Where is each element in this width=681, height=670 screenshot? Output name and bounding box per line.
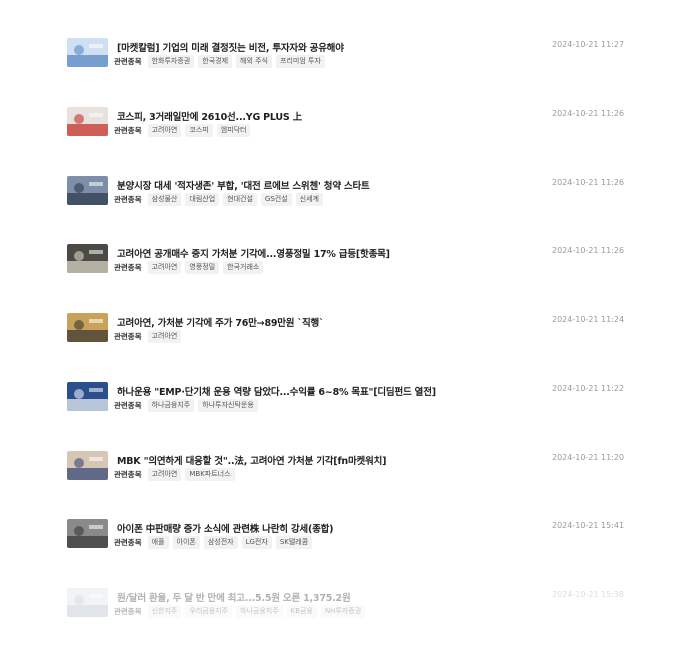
news-item[interactable]: 고려아연 공개매수 중지 가처분 기각에...영풍정밀 17% 급등[핫종목] 2… xyxy=(0,244,681,288)
related-stocks-label: 관련종목 xyxy=(114,470,142,479)
stock-tag[interactable]: 해외 주식 xyxy=(236,55,273,68)
stock-tag[interactable]: 신한지주 xyxy=(147,605,182,618)
news-timestamp: 2024-10-21 11:26 xyxy=(552,246,625,255)
related-stocks-label: 관련종목 xyxy=(114,195,142,204)
stock-tag[interactable]: KB금융 xyxy=(286,605,317,618)
news-thumbnail[interactable] xyxy=(67,382,108,411)
news-timestamp: 2024-10-21 11:26 xyxy=(552,178,625,187)
related-stocks: 관련종목 고려아연 MBK파트너스 xyxy=(114,468,235,481)
stock-tag[interactable]: 고려아연 xyxy=(147,468,182,481)
news-timestamp: 2024-10-21 11:24 xyxy=(552,315,625,324)
related-stocks-label: 관련종목 xyxy=(114,538,142,547)
related-stocks: 관련종목 하나금융지주 하나투자신탁운용 xyxy=(114,399,258,412)
stock-tag[interactable]: 영풍정밀 xyxy=(185,261,220,274)
news-item[interactable]: 분양시장 대세 '적자생존' 부합, '대전 르에브 스위첸' 청약 스타트 20… xyxy=(0,176,681,220)
news-thumbnail[interactable] xyxy=(67,451,108,480)
stock-tag[interactable]: MBK파트너스 xyxy=(185,468,235,481)
related-stocks-label: 관련종목 xyxy=(114,332,142,341)
related-stocks: 관련종목 삼성물산 대림산업 현대건설 GS건설 신세계 xyxy=(114,193,323,206)
stock-tag[interactable]: 고려아연 xyxy=(147,124,182,137)
news-headline[interactable]: 고려아연, 가처분 기각에 주가 76만→89만원 `직행` xyxy=(117,315,537,329)
stock-tag[interactable]: GS건설 xyxy=(260,193,292,206)
related-stocks: 관련종목 고려아연 영풍정밀 한국거래소 xyxy=(114,261,264,274)
stock-tag[interactable]: LG전자 xyxy=(241,536,272,549)
news-thumbnail[interactable] xyxy=(67,107,108,136)
related-stocks-label: 관련종목 xyxy=(114,263,142,272)
stock-tag[interactable]: 코스피 xyxy=(185,124,213,137)
news-headline[interactable]: 고려아연 공개매수 중지 가처분 기각에...영풍정밀 17% 급등[핫종목] xyxy=(117,246,537,260)
related-stocks: 관련종목 애플 아이폰 삼성전자 LG전자 SK텔레콤 xyxy=(114,536,313,549)
news-timestamp: 2024-10-21 15:41 xyxy=(552,521,625,530)
related-stocks-label: 관련종목 xyxy=(114,401,142,410)
news-timestamp: 2024-10-21 11:20 xyxy=(552,453,625,462)
stock-tag[interactable]: SK텔레콤 xyxy=(275,536,313,549)
related-stocks: 관련종목 신한지주 우리금융지주 하나금융지주 KB금융 NH투자증권 xyxy=(114,605,366,618)
news-headline[interactable]: 코스피, 3거래일만에 2610선...YG PLUS 上 xyxy=(117,109,537,123)
news-item[interactable]: 코스피, 3거래일만에 2610선...YG PLUS 上 2024-10-21 … xyxy=(0,107,681,151)
news-timestamp: 2024-10-21 15:38 xyxy=(552,590,625,599)
news-thumbnail[interactable] xyxy=(67,588,108,617)
news-timestamp: 2024-10-21 11:26 xyxy=(552,109,625,118)
stock-tag[interactable]: 삼성전자 xyxy=(203,536,238,549)
news-timestamp: 2024-10-21 11:22 xyxy=(552,384,625,393)
news-headline[interactable]: 아이폰 中판매량 증가 소식에 관련株 나란히 강세(종합) xyxy=(117,521,537,535)
related-stocks: 관련종목 한화투자증권 한국경제 해외 주식 프리미엄 투자 xyxy=(114,55,325,68)
related-stocks: 관련종목 고려아연 xyxy=(114,330,182,343)
stock-tag[interactable]: 삼성물산 xyxy=(147,193,182,206)
news-headline[interactable]: [마켓칼럼] 기업의 미래 결정짓는 비전, 투자자와 공유해야 xyxy=(117,40,537,54)
stock-tag[interactable]: 고려아연 xyxy=(147,261,182,274)
stock-tag[interactable]: 한국거래소 xyxy=(223,261,264,274)
stock-tag[interactable]: 현대건설 xyxy=(223,193,257,206)
stock-tag[interactable]: 한국경제 xyxy=(198,55,233,68)
news-item[interactable]: 고려아연, 가처분 기각에 주가 76만→89만원 `직행` 2024-10-21… xyxy=(0,313,681,357)
stock-tag[interactable]: 아이폰 xyxy=(172,536,200,549)
news-timestamp: 2024-10-21 11:27 xyxy=(552,40,625,49)
stock-tag[interactable]: 고려아연 xyxy=(147,330,182,343)
news-list: [마켓칼럼] 기업의 미래 결정짓는 비전, 투자자와 공유해야 2024-10-… xyxy=(0,0,681,670)
news-headline[interactable]: 분양시장 대세 '적자생존' 부합, '대전 르에브 스위첸' 청약 스타트 xyxy=(117,178,537,192)
stock-tag[interactable]: 하나금융지주 xyxy=(236,605,283,618)
stock-tag[interactable]: 엠피닥터 xyxy=(216,124,251,137)
news-item[interactable]: [마켓칼럼] 기업의 미래 결정짓는 비전, 투자자와 공유해야 2024-10-… xyxy=(0,38,681,82)
news-item[interactable]: MBK "의연하게 대응할 것"..法, 고려아연 가처분 기각[fn마켓워치]… xyxy=(0,451,681,495)
news-headline[interactable]: 하나운용 "EMP·단기채 운용 역량 담았다...수익률 6~8% 목표"[디… xyxy=(117,384,537,398)
stock-tag[interactable]: 신세계 xyxy=(295,193,323,206)
stock-tag[interactable]: 하나금융지주 xyxy=(147,399,195,412)
news-thumbnail[interactable] xyxy=(67,244,108,273)
news-item[interactable]: 원/달러 환율, 두 달 반 만에 최고...5.5원 오른 1,375.2원 2… xyxy=(0,588,681,632)
stock-tag[interactable]: 하나투자신탁운용 xyxy=(198,399,258,412)
news-thumbnail[interactable] xyxy=(67,313,108,342)
news-thumbnail[interactable] xyxy=(67,176,108,205)
related-stocks-label: 관련종목 xyxy=(114,126,142,135)
news-headline[interactable]: MBK "의연하게 대응할 것"..法, 고려아연 가처분 기각[fn마켓워치] xyxy=(117,453,537,467)
related-stocks-label: 관련종목 xyxy=(114,57,142,66)
stock-tag[interactable]: 대림산업 xyxy=(185,193,220,206)
stock-tag[interactable]: 우리금융지주 xyxy=(185,605,233,618)
stock-tag[interactable]: 한화투자증권 xyxy=(147,55,195,68)
related-stocks-label: 관련종목 xyxy=(114,607,142,616)
news-headline[interactable]: 원/달러 환율, 두 달 반 만에 최고...5.5원 오른 1,375.2원 xyxy=(117,590,537,604)
news-thumbnail[interactable] xyxy=(67,519,108,548)
news-item[interactable]: 아이폰 中판매량 증가 소식에 관련株 나란히 강세(종합) 2024-10-21… xyxy=(0,519,681,563)
stock-tag[interactable]: 프리미엄 투자 xyxy=(276,55,325,68)
news-item[interactable]: 하나운용 "EMP·단기채 운용 역량 담았다...수익률 6~8% 목표"[디… xyxy=(0,382,681,426)
stock-tag[interactable]: NH투자증권 xyxy=(320,605,366,618)
related-stocks: 관련종목 고려아연 코스피 엠피닥터 xyxy=(114,124,251,137)
news-thumbnail[interactable] xyxy=(67,38,108,67)
stock-tag[interactable]: 애플 xyxy=(147,536,169,549)
